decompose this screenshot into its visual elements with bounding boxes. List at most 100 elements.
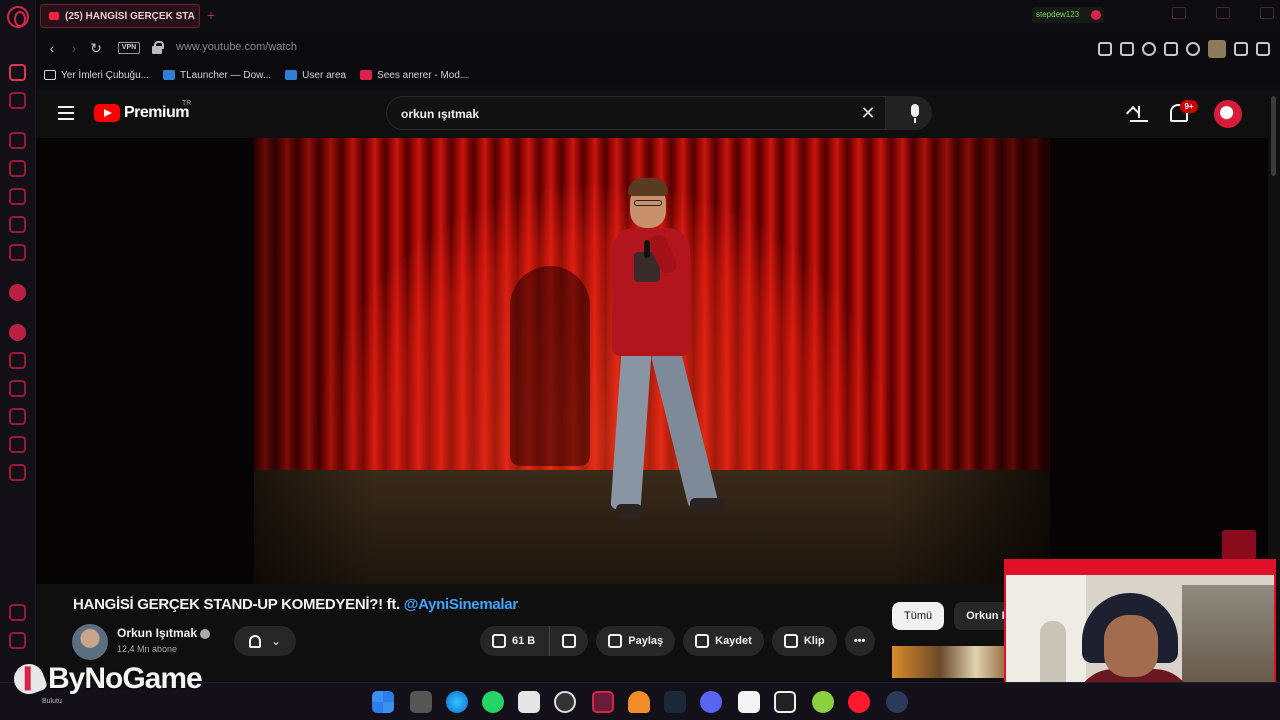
tab-youtube-video[interactable]: (25) HANGİSİ GERÇEK STA: [40, 4, 200, 28]
save-button[interactable]: Kaydet: [683, 626, 764, 656]
settings-app-icon[interactable]: [886, 691, 908, 713]
search-input[interactable]: orkun ışıtmak ✕: [386, 96, 886, 130]
messenger-icon[interactable]: [9, 284, 26, 301]
gx-profile-meter[interactable]: stepdew123: [1032, 7, 1104, 23]
clock-icon[interactable]: [9, 352, 26, 369]
settings-icon[interactable]: [9, 464, 26, 481]
comedian-figure: [584, 178, 724, 548]
gx-corner-icon[interactable]: [9, 92, 26, 109]
gx-meter-text: stepdew123: [1036, 10, 1080, 19]
gx-control-icon[interactable]: [9, 188, 26, 205]
thumbs-up-icon: [492, 634, 506, 648]
cloud-app-icon[interactable]: [628, 691, 650, 713]
clip-label: Klip: [803, 635, 825, 647]
forward-icon[interactable]: ›: [66, 40, 82, 56]
address-input[interactable]: www.youtube.com/watch: [176, 41, 297, 53]
bookmark-item[interactable]: User area: [285, 70, 346, 81]
capcut-icon[interactable]: [518, 691, 540, 713]
youtube-play-icon: [94, 104, 120, 122]
vpn-badge[interactable]: VPN: [118, 42, 140, 54]
scrollbar-thumb[interactable]: [1271, 96, 1276, 176]
screen: (25) HANGİSİ GERÇEK STA + stepdew123 ‹ ›…: [0, 0, 1280, 720]
profile-avatar[interactable]: [1208, 40, 1226, 58]
opera-icon[interactable]: [848, 691, 870, 713]
discord-taskbar-icon[interactable]: [700, 691, 722, 713]
stream-overlay-badge: [1222, 530, 1256, 560]
account-avatar[interactable]: [1214, 100, 1242, 128]
discord-icon[interactable]: [9, 216, 26, 233]
youtube-header: Premium TR orkun ışıtmak ✕ 9+: [36, 90, 1268, 138]
lock-icon[interactable]: [152, 41, 164, 54]
channel-name[interactable]: Orkun Işıtmak: [117, 626, 211, 640]
whatsapp-icon[interactable]: [482, 691, 504, 713]
recommended-thumbnail[interactable]: [892, 646, 1012, 678]
clear-search-icon[interactable]: ✕: [859, 104, 877, 122]
save-label: Kaydet: [715, 635, 752, 647]
search-query-text: orkun ışıtmak: [401, 107, 480, 121]
snapshot-icon[interactable]: [1120, 42, 1134, 56]
minimize-button[interactable]: [1172, 7, 1186, 19]
shield-icon[interactable]: [1142, 42, 1156, 56]
more-actions-button[interactable]: •••: [844, 626, 875, 656]
bookmarks-panel-icon[interactable]: [9, 244, 26, 261]
opera-gx-logo-icon[interactable]: [7, 6, 29, 28]
steam-icon[interactable]: [664, 691, 686, 713]
opera-gx-taskbar-icon[interactable]: [592, 691, 614, 713]
reload-icon[interactable]: ↻: [88, 40, 104, 56]
menu-icon[interactable]: [1256, 42, 1270, 56]
subscription-bell-button[interactable]: ⌄: [234, 626, 296, 656]
video-bookmark-icon: [360, 70, 373, 80]
player-icon[interactable]: [9, 324, 26, 341]
watermark-brand: ByNoGame: [48, 662, 203, 695]
extensions-icon[interactable]: [9, 408, 26, 425]
xbox-icon[interactable]: [812, 691, 834, 713]
file-manager-icon[interactable]: [410, 691, 432, 713]
like-button[interactable]: 61 B: [480, 626, 550, 656]
send-icon[interactable]: [9, 436, 26, 453]
close-window-button[interactable]: [1260, 7, 1274, 19]
browser-sidebar: [0, 0, 36, 690]
more-options-icon[interactable]: [9, 632, 26, 649]
chrome-icon[interactable]: [554, 691, 576, 713]
twitch-icon[interactable]: [9, 132, 26, 149]
folder-icon: [44, 70, 56, 80]
youtube-logo[interactable]: Premium: [94, 104, 189, 122]
tab-title: (25) HANGİSİ GERÇEK STA: [65, 10, 195, 22]
tlauncher-icon: [285, 70, 298, 80]
downloads-icon[interactable]: [9, 380, 26, 397]
notepad-icon[interactable]: [738, 691, 760, 713]
back-icon[interactable]: ‹: [44, 40, 60, 56]
channel-avatar[interactable]: [72, 624, 108, 660]
bynogame-watermark: ByNoGame Bulutu: [9, 659, 203, 705]
voice-search-button[interactable]: [898, 96, 932, 130]
edge-icon[interactable]: [446, 691, 468, 713]
start-button[interactable]: [372, 691, 394, 713]
video-frame: [254, 138, 1050, 584]
pin-icon[interactable]: [9, 604, 26, 621]
player-play-icon[interactable]: [1164, 42, 1178, 56]
tab-strip: (25) HANGİSİ GERÇEK STA + stepdew123: [36, 0, 1280, 32]
history-icon[interactable]: [9, 160, 26, 177]
share-button[interactable]: Paylaş: [596, 626, 676, 656]
verified-icon: [200, 628, 211, 639]
bookmark-item[interactable]: Sees anerer - Mod...: [360, 70, 468, 81]
dislike-button[interactable]: [549, 626, 589, 656]
pin-page-icon[interactable]: [1098, 42, 1112, 56]
video-title-text: HANGİSİ GERÇEK STAND-UP KOMEDYENİ?! ft.: [73, 596, 400, 613]
valorant-icon[interactable]: [774, 691, 796, 713]
video-player[interactable]: [36, 138, 1268, 584]
home-icon[interactable]: [9, 64, 26, 81]
download-icon[interactable]: [1234, 42, 1248, 56]
heart-icon[interactable]: [1186, 42, 1200, 56]
notification-badge: 9+: [1180, 100, 1198, 113]
bookmark-icon: [695, 634, 710, 648]
clip-button[interactable]: Klip: [771, 626, 837, 656]
mention-link[interactable]: @AyniSinemalar: [404, 596, 518, 613]
bookmark-item[interactable]: Yer İmleri Çubuğu...: [44, 70, 149, 81]
maximize-button[interactable]: [1216, 7, 1230, 19]
chip-all[interactable]: Tümü: [892, 602, 945, 630]
bookmark-item[interactable]: TLauncher — Dow...: [163, 70, 271, 81]
new-tab-button[interactable]: +: [204, 8, 218, 22]
youtube-favicon-icon: [49, 12, 59, 20]
hamburger-menu-icon[interactable]: [58, 106, 74, 120]
